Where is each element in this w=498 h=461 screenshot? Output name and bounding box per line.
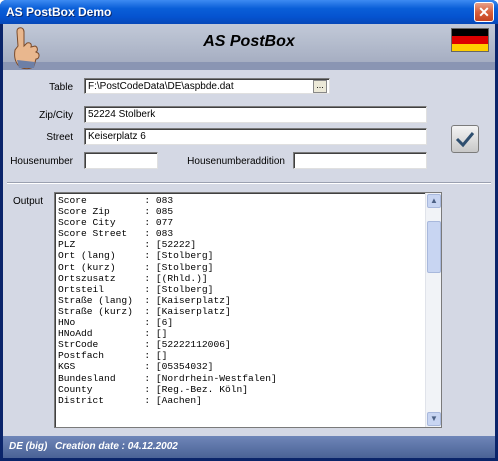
housenumberaddition-input[interactable] <box>293 152 427 169</box>
flag-stripe-black <box>452 29 488 37</box>
output-line: Score : 083 <box>58 195 174 206</box>
street-label: Street <box>46 132 73 143</box>
output-line: Score Zip : 085 <box>58 206 174 218</box>
check-button[interactable] <box>451 125 479 153</box>
flag-stripe-red <box>452 36 488 44</box>
output-line: Score City : 077 <box>58 217 174 229</box>
table-path-field[interactable]: F:\PostCodeData\DE\aspbde.dat <box>84 78 330 94</box>
output-line: PLZ : [52222] <box>58 239 197 251</box>
section-divider <box>7 182 491 184</box>
housenumber-label: Housenumber <box>10 156 73 167</box>
pointing-hand-icon <box>14 27 40 70</box>
output-line: Postfach : [] <box>58 350 168 362</box>
status-bar: DE (big) Creation date : 04.12.2002 <box>3 436 495 458</box>
output-scrollbar[interactable]: ▲ ▼ <box>425 193 441 427</box>
output-line: HNoAdd : [] <box>58 328 168 340</box>
status-edition: DE (big) <box>9 441 48 452</box>
housenumberaddition-label: Housenumberaddition <box>187 156 285 167</box>
output-line: Ort (lang) : [Stolberg] <box>58 250 214 262</box>
output-text: Score : 083 Score Zip : 085 Score City : 0… <box>55 193 441 408</box>
output-line: Straße (kurz) : [Kaiserplatz] <box>58 305 231 317</box>
title-bar[interactable]: AS PostBox Demo ✕ <box>0 0 498 24</box>
flag-stripe-gold <box>452 43 488 51</box>
output-line: Ortszusatz : [(Rhld.)] <box>58 272 208 284</box>
client-area: AS PostBox Table F:\PostCodeData\DE\aspb… <box>3 24 495 458</box>
header-divider <box>3 62 495 70</box>
output-label: Output <box>12 196 43 207</box>
app-title: AS PostBox <box>203 33 295 50</box>
scroll-thumb[interactable] <box>427 221 441 273</box>
output-line: Bundesland : [Nordrhein-Westfalen] <box>58 372 277 384</box>
zip-city-label: Zip/City <box>39 110 73 121</box>
housenumber-input[interactable] <box>84 152 158 169</box>
output-line: Ortsteil : [Stolberg] <box>58 283 214 295</box>
checkmark-icon <box>455 132 475 148</box>
output-line: County : [Reg.-Bez. Köln] <box>58 383 248 395</box>
output-line: KGS : [05354032] <box>58 361 214 373</box>
german-flag-icon <box>451 28 489 52</box>
output-line: StrCode : [52222112006] <box>58 339 231 351</box>
status-creation-date: Creation date : 04.12.2002 <box>55 441 178 452</box>
close-button[interactable]: ✕ <box>474 2 494 22</box>
output-line: HNo : [6] <box>58 317 174 329</box>
output-textarea[interactable]: Score : 083 Score Zip : 085 Score City : 0… <box>54 192 442 428</box>
scroll-down-arrow-icon[interactable]: ▼ <box>427 412 441 426</box>
output-line: Score Street : 083 <box>58 228 174 240</box>
street-input[interactable]: Keiserplatz 6 <box>84 128 427 145</box>
output-line: Straße (lang) : [Kaiserplatz] <box>58 294 231 306</box>
app-header: AS PostBox <box>3 24 495 62</box>
scroll-up-arrow-icon[interactable]: ▲ <box>427 194 441 208</box>
output-line: Ort (kurz) : [Stolberg] <box>58 261 214 273</box>
app-window: AS PostBox Demo ✕ AS PostBox Table F:\Po… <box>0 0 498 461</box>
close-icon: ✕ <box>478 4 490 20</box>
window-title: AS PostBox Demo <box>6 5 112 19</box>
output-line: District : [Aachen] <box>58 394 202 406</box>
table-label: Table <box>49 82 73 93</box>
browse-button[interactable]: ... <box>313 80 327 93</box>
zip-city-input[interactable]: 52224 Stolberk <box>84 106 427 123</box>
